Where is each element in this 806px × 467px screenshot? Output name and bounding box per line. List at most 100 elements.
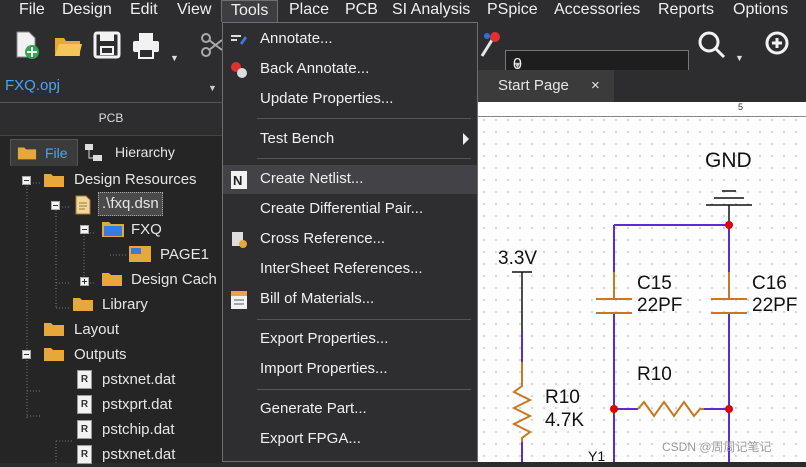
menu-design[interactable]: Design: [53, 0, 121, 22]
menu-item-update-properties[interactable]: Update Properties...: [223, 85, 477, 114]
menu-item-annotate[interactable]: Annotate...: [223, 25, 477, 54]
menu-options[interactable]: Options: [724, 0, 797, 22]
tree-item-layout[interactable]: Layout: [74, 317, 119, 342]
tree-item-output-file[interactable]: pstchip.dat: [102, 417, 175, 442]
page-icon: [129, 246, 151, 262]
chevron-down-icon[interactable]: ▼: [513, 60, 682, 70]
menu-reports[interactable]: Reports: [649, 0, 723, 22]
menu-accessories[interactable]: Accessories: [545, 0, 649, 22]
menu-item-label: Test Bench: [260, 130, 335, 147]
print-dropdown-icon[interactable]: ▼: [170, 53, 179, 63]
c15-refdes: C15: [637, 273, 672, 294]
tree-item-fxq[interactable]: FXQ: [131, 217, 162, 242]
menu-item-label: InterSheet References...: [260, 260, 423, 277]
tab-start-page-label: Start Page: [498, 77, 569, 94]
folder-icon: [73, 298, 93, 311]
new-file-icon[interactable]: [12, 30, 42, 60]
menu-item-label: Generate Part...: [260, 400, 367, 417]
c16-refdes: C16: [752, 273, 787, 294]
menu-place[interactable]: Place: [280, 0, 338, 22]
tree-item-page1[interactable]: PAGE1: [160, 242, 209, 267]
project-name: FXQ.opj: [5, 77, 61, 94]
menu-item-bill-of-materials[interactable]: Bill of Materials...: [223, 285, 477, 314]
menu-item-back-annotate[interactable]: Back Annotate...: [223, 55, 477, 84]
menu-item-label: Cross Reference...: [260, 230, 386, 247]
collapse-icon[interactable]: [22, 350, 31, 359]
menu-separator: [257, 389, 471, 390]
menu-item-export-fpga[interactable]: Export FPGA...: [223, 425, 477, 454]
menu-view[interactable]: View: [168, 0, 220, 22]
menu-item-label: Export FPGA...: [260, 430, 361, 447]
save-icon[interactable]: [92, 30, 122, 60]
menu-item-import-properties[interactable]: Import Properties...: [223, 355, 477, 384]
menu-item-label: Export Properties...: [260, 330, 389, 347]
menu-item-generate-part[interactable]: Generate Part...: [223, 395, 477, 424]
power-3v3-label: 3.3V: [498, 248, 538, 269]
menu-pspice[interactable]: PSpice: [478, 0, 547, 22]
menu-item-create-netlist[interactable]: N Create Netlist...: [223, 165, 477, 194]
menu-item-label: Back Annotate...: [260, 60, 370, 77]
document-tabbar: Start Page ×: [478, 70, 806, 102]
collapse-icon[interactable]: [51, 201, 60, 210]
folder-icon: [44, 323, 64, 336]
menu-item-test-bench[interactable]: Test Bench: [223, 125, 477, 154]
chevron-down-icon[interactable]: ▼: [208, 83, 217, 93]
r10-refdes: R10: [637, 364, 672, 385]
report-file-icon: R: [77, 445, 92, 464]
tree-item-dsn[interactable]: .\fxq.dsn: [98, 192, 163, 216]
expand-icon[interactable]: [80, 277, 89, 286]
tab-start-page[interactable]: Start Page ×: [478, 70, 614, 102]
open-folder-icon[interactable]: [53, 30, 83, 60]
tab-file[interactable]: File: [10, 139, 78, 166]
tab-hierarchy-label: Hierarchy: [115, 144, 175, 160]
netlist-icon: N: [231, 171, 247, 189]
search-icon[interactable]: [697, 30, 727, 60]
tree-item-design-cache[interactable]: Design Cach: [131, 267, 217, 292]
collapse-icon[interactable]: [80, 225, 89, 234]
gnd-label: GND: [705, 149, 752, 172]
search-dropdown-icon[interactable]: ▼: [735, 53, 744, 63]
c15-value: 22PF: [637, 295, 683, 316]
menu-separator: [257, 319, 471, 320]
zoom-in-icon[interactable]: [764, 30, 794, 60]
report-file-icon: R: [77, 420, 92, 439]
c16-value: 22PF: [752, 295, 798, 316]
menu-item-create-differential-pair[interactable]: Create Differential Pair...: [223, 195, 477, 224]
print-icon[interactable]: [131, 30, 161, 60]
tab-hierarchy[interactable]: Hierarchy: [80, 139, 210, 165]
tree-item-output-file[interactable]: pstxprt.dat: [102, 392, 172, 417]
watermark: CSDN @周周记笔记: [662, 440, 772, 454]
menu-pcb[interactable]: PCB: [336, 0, 387, 22]
menu-tools[interactable]: Tools: [221, 0, 279, 22]
menu-item-label: Bill of Materials...: [260, 290, 375, 307]
tree-item-output-file[interactable]: pstxnet.dat: [102, 367, 175, 392]
panel-title: PCB: [0, 103, 222, 136]
probe-icon[interactable]: [476, 30, 506, 60]
annotate-icon: [231, 35, 247, 45]
folder-icon: [17, 147, 37, 160]
menu-bar: File Design Edit View Tools Place PCB SI…: [0, 0, 806, 22]
svg-text:N: N: [233, 173, 242, 188]
menu-item-cross-reference[interactable]: Cross Reference...: [223, 225, 477, 254]
menu-item-intersheet-references[interactable]: InterSheet References...: [223, 255, 477, 284]
tree-item-outputs[interactable]: Outputs: [74, 342, 127, 367]
r10-value: 4.7K: [545, 410, 585, 431]
menu-item-label: Annotate...: [260, 30, 333, 47]
tree-item-library[interactable]: Library: [102, 292, 148, 317]
tools-menu: Annotate... Back Annotate... Update Prop…: [222, 22, 478, 462]
menu-item-label: Update Properties...: [260, 90, 394, 107]
menu-item-export-properties[interactable]: Export Properties...: [223, 325, 477, 354]
menu-edit[interactable]: Edit: [121, 0, 167, 22]
schematic-folder-icon: [102, 222, 124, 237]
bill-of-materials-icon: [231, 291, 247, 309]
tree-item-output-file[interactable]: pstxnet.dat: [102, 442, 175, 467]
menu-si-analysis[interactable]: SI Analysis: [383, 0, 479, 22]
close-icon[interactable]: ×: [591, 77, 600, 94]
menu-file[interactable]: File: [10, 0, 54, 22]
tab-file-label: File: [45, 145, 68, 161]
menu-item-label: Import Properties...: [260, 360, 388, 377]
tree-item-design-resources[interactable]: Design Resources: [74, 167, 197, 192]
collapse-icon[interactable]: [22, 176, 31, 185]
project-selector[interactable]: FXQ.opj ▼: [0, 70, 222, 102]
menu-item-label: Create Differential Pair...: [260, 200, 424, 217]
